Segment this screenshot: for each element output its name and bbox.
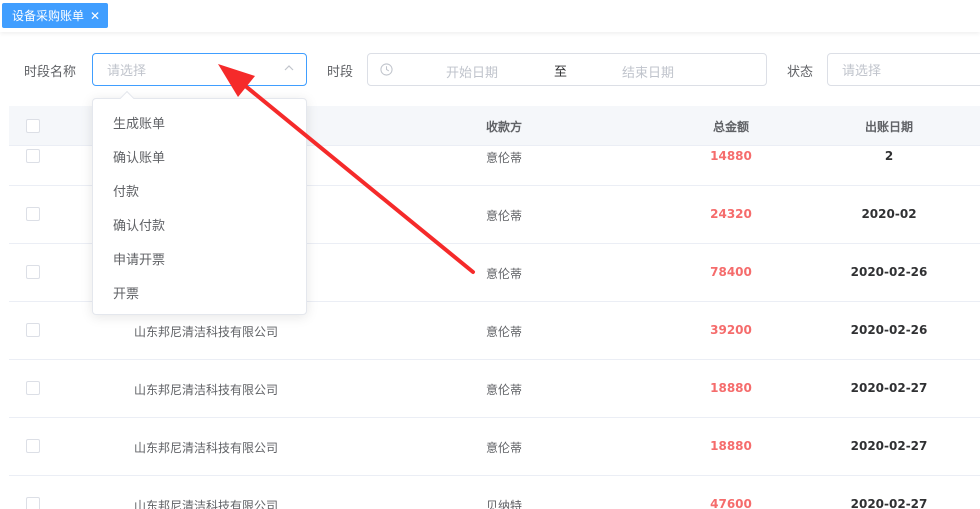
cell-payee: 意伦蒂 <box>485 383 523 397</box>
cell-date: 2020-02-26 <box>850 323 928 337</box>
option-payment[interactable]: 付款 <box>93 173 306 207</box>
cell-amount: 47600 <box>710 497 752 509</box>
start-date-input[interactable]: 开始日期 <box>446 62 498 81</box>
cell-date: 2020-02-27 <box>850 497 928 509</box>
table-row[interactable]: 山东邦尼清洁科技有限公司 贝纳特 47600 2020-02-27 <box>9 476 980 509</box>
period-name-placeholder: 请选择 <box>107 64 147 79</box>
option-confirm-bill[interactable]: 确认账单 <box>93 139 306 173</box>
row-checkbox[interactable] <box>26 207 40 221</box>
cell-date: 2 <box>884 149 894 163</box>
range-separator: 至 <box>554 65 568 80</box>
status-label: 状态 <box>787 65 814 80</box>
row-checkbox[interactable] <box>26 439 40 453</box>
cell-company: 山东邦尼清洁科技有限公司 <box>134 383 279 397</box>
cell-company: 山东邦尼清洁科技有限公司 <box>134 499 279 509</box>
cell-date: 2020-02-27 <box>850 439 928 453</box>
page: 设备采购账单 ✕ 时段名称 请选择 时段 开始日期 至 结束日期 状态 请选择 … <box>0 0 980 509</box>
cell-payee: 意伦蒂 <box>485 267 523 281</box>
period-name-select[interactable]: 请选择 <box>92 53 307 86</box>
cell-date: 2020-02-27 <box>850 381 928 395</box>
end-date-input[interactable]: 结束日期 <box>622 62 674 81</box>
row-checkbox[interactable] <box>26 381 40 395</box>
tab-purchase-bill[interactable]: 设备采购账单 ✕ <box>2 3 109 28</box>
date-range-picker[interactable]: 开始日期 至 结束日期 <box>367 53 767 86</box>
select-all-checkbox[interactable] <box>26 119 40 133</box>
cell-amount: 14880 <box>710 149 752 163</box>
tab-label: 设备采购账单 <box>12 9 85 23</box>
period-label: 时段 <box>327 65 354 80</box>
option-apply-invoice[interactable]: 申请开票 <box>93 241 306 275</box>
cell-amount: 24320 <box>710 207 752 221</box>
column-header-payee: 收款方 <box>485 120 523 134</box>
column-header-amount: 总金额 <box>712 120 750 134</box>
cell-payee: 意伦蒂 <box>485 325 523 339</box>
cell-amount: 18880 <box>710 439 752 453</box>
cell-payee: 贝纳特 <box>485 499 523 509</box>
cell-date: 2020-02-26 <box>850 265 928 279</box>
option-invoice[interactable]: 开票 <box>93 275 306 309</box>
cell-date: 2020-02 <box>861 207 917 221</box>
cell-payee: 意伦蒂 <box>485 441 523 455</box>
period-name-dropdown: 生成账单 确认账单 付款 确认付款 申请开票 开票 <box>92 98 307 315</box>
tag-bar: 设备采购账单 ✕ <box>0 0 980 32</box>
cell-amount: 18880 <box>710 381 752 395</box>
close-icon[interactable]: ✕ <box>90 10 100 22</box>
clock-icon <box>380 63 393 76</box>
row-checkbox[interactable] <box>26 149 40 163</box>
chevron-up-icon <box>284 65 294 71</box>
row-checkbox[interactable] <box>26 497 40 509</box>
column-header-date: 出账日期 <box>864 120 914 134</box>
row-checkbox[interactable] <box>26 323 40 337</box>
status-select[interactable]: 请选择 <box>827 53 980 86</box>
table-row[interactable]: 山东邦尼清洁科技有限公司 意伦蒂 18880 2020-02-27 <box>9 418 980 476</box>
option-confirm-payment[interactable]: 确认付款 <box>93 207 306 241</box>
cell-company: 山东邦尼清洁科技有限公司 <box>134 325 279 339</box>
cell-amount: 39200 <box>710 323 752 337</box>
cell-company: 山东邦尼清洁科技有限公司 <box>134 441 279 455</box>
cell-amount: 78400 <box>710 265 752 279</box>
row-checkbox[interactable] <box>26 265 40 279</box>
status-placeholder: 请选择 <box>842 64 882 79</box>
table-row[interactable]: 山东邦尼清洁科技有限公司 意伦蒂 18880 2020-02-27 <box>9 360 980 418</box>
cell-payee: 意伦蒂 <box>485 209 523 223</box>
cell-payee: 意伦蒂 <box>485 151 523 165</box>
period-name-label: 时段名称 <box>24 65 77 80</box>
option-generate-bill[interactable]: 生成账单 <box>93 105 306 139</box>
